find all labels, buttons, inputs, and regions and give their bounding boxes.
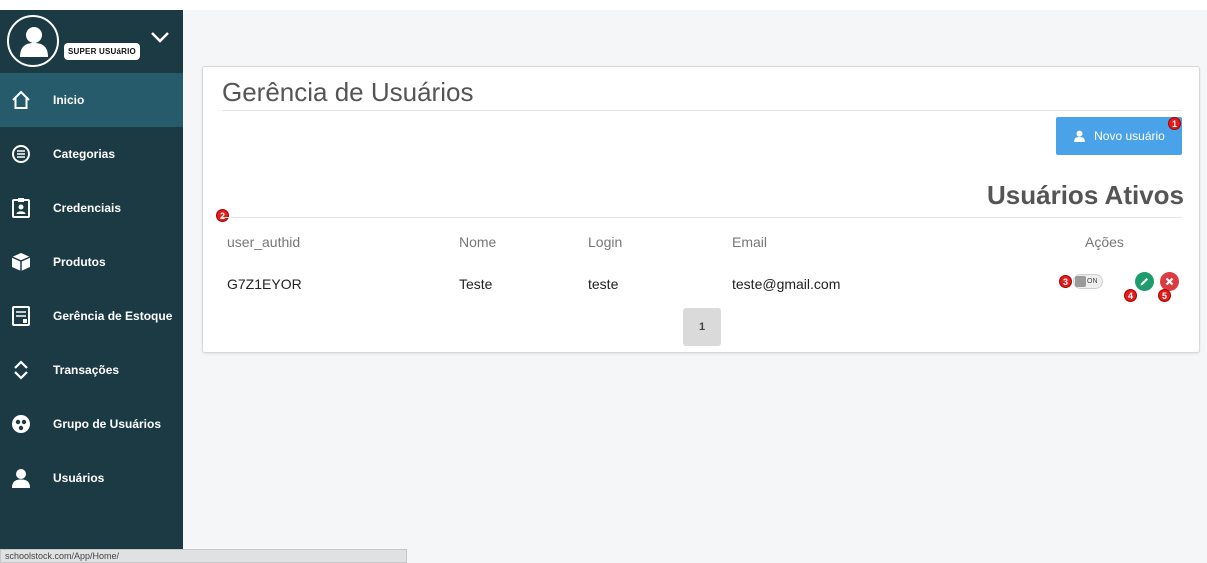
user-icon bbox=[10, 467, 32, 489]
home-icon bbox=[10, 89, 32, 111]
table-cell-authid: G7Z1EYOR bbox=[227, 276, 302, 292]
status-bar-url: schoolstock.com/App/Home/ bbox=[0, 549, 407, 563]
register-icon bbox=[10, 305, 32, 327]
table-cell-login: teste bbox=[588, 276, 619, 292]
toggle-knob bbox=[1075, 276, 1086, 287]
sidebar-item-label: Transações bbox=[53, 363, 120, 377]
sidebar-item-label: Usuários bbox=[53, 471, 105, 485]
table-header: Nome bbox=[459, 234, 497, 250]
users-panel: Gerência de Usuários Novo usuário 1 Usuá… bbox=[202, 66, 1200, 353]
avatar bbox=[7, 15, 59, 67]
sidebar-item-transacoes[interactable]: Transações bbox=[0, 343, 183, 397]
new-user-button[interactable]: Novo usuário bbox=[1056, 117, 1182, 155]
divider bbox=[222, 217, 1182, 218]
sidebar-item-label: Grupo de Usuários bbox=[53, 417, 162, 431]
sidebar: SUPER USUáRIO Inicio Categorias Credenci… bbox=[0, 10, 183, 563]
sidebar-item-label: Credenciais bbox=[53, 201, 122, 215]
sort-arrows-icon bbox=[10, 359, 32, 381]
annotation-marker: 5 bbox=[1158, 289, 1171, 302]
sidebar-item-inicio[interactable]: Inicio bbox=[0, 73, 183, 127]
pencil-icon bbox=[1140, 278, 1148, 286]
status-toggle[interactable]: ON bbox=[1073, 274, 1103, 289]
box-icon bbox=[10, 251, 32, 273]
page-title: Gerência de Usuários bbox=[222, 77, 474, 107]
sidebar-item-usuarios[interactable]: Usuários bbox=[0, 451, 183, 505]
annotation-marker: 1 bbox=[1168, 117, 1181, 130]
user-profile[interactable]: SUPER USUáRIO bbox=[0, 10, 183, 73]
sidebar-item-gerencia-estoque[interactable]: Gerência de Estoque bbox=[0, 289, 183, 343]
annotation-marker: 4 bbox=[1124, 289, 1137, 302]
main-content: Gerência de Usuários Novo usuário 1 Usuá… bbox=[183, 10, 1207, 563]
sidebar-item-label: Categorias bbox=[53, 147, 116, 161]
sidebar-item-label: Inicio bbox=[53, 93, 85, 107]
divider bbox=[222, 110, 1182, 111]
sidebar-item-produtos[interactable]: Produtos bbox=[0, 235, 183, 289]
sidebar-item-label: Gerência de Estoque bbox=[53, 309, 173, 323]
annotation-marker: 2 bbox=[216, 209, 229, 222]
table-header: Email bbox=[732, 234, 768, 250]
user-avatar-icon bbox=[20, 27, 48, 57]
pagination-page-button[interactable]: 1 bbox=[683, 308, 721, 346]
group-icon bbox=[10, 413, 32, 435]
id-badge-icon bbox=[10, 197, 32, 219]
sidebar-item-credenciais[interactable]: Credenciais bbox=[0, 181, 183, 235]
sidebar-item-label: Produtos bbox=[53, 255, 106, 269]
section-subtitle: Usuários Ativos bbox=[987, 180, 1184, 210]
role-badge: SUPER USUáRIO bbox=[64, 43, 140, 60]
list-circle-icon bbox=[10, 143, 32, 165]
table-header: Ações bbox=[1085, 234, 1124, 250]
annotation-marker: 3 bbox=[1059, 275, 1072, 288]
sidebar-item-categorias[interactable]: Categorias bbox=[0, 127, 183, 181]
close-icon bbox=[1165, 277, 1174, 286]
table-cell-email: teste@gmail.com bbox=[732, 276, 841, 292]
new-user-label: Novo usuário bbox=[1094, 129, 1165, 143]
table-header: user_authid bbox=[227, 234, 301, 250]
toggle-label: ON bbox=[1087, 278, 1098, 285]
table-header: Login bbox=[588, 234, 623, 250]
sidebar-item-grupo-usuarios[interactable]: Grupo de Usuários bbox=[0, 397, 183, 451]
table-cell-nome: Teste bbox=[459, 276, 493, 292]
user-icon bbox=[1074, 130, 1086, 142]
edit-user-button[interactable] bbox=[1135, 272, 1154, 291]
chevron-down-icon[interactable] bbox=[150, 30, 170, 44]
